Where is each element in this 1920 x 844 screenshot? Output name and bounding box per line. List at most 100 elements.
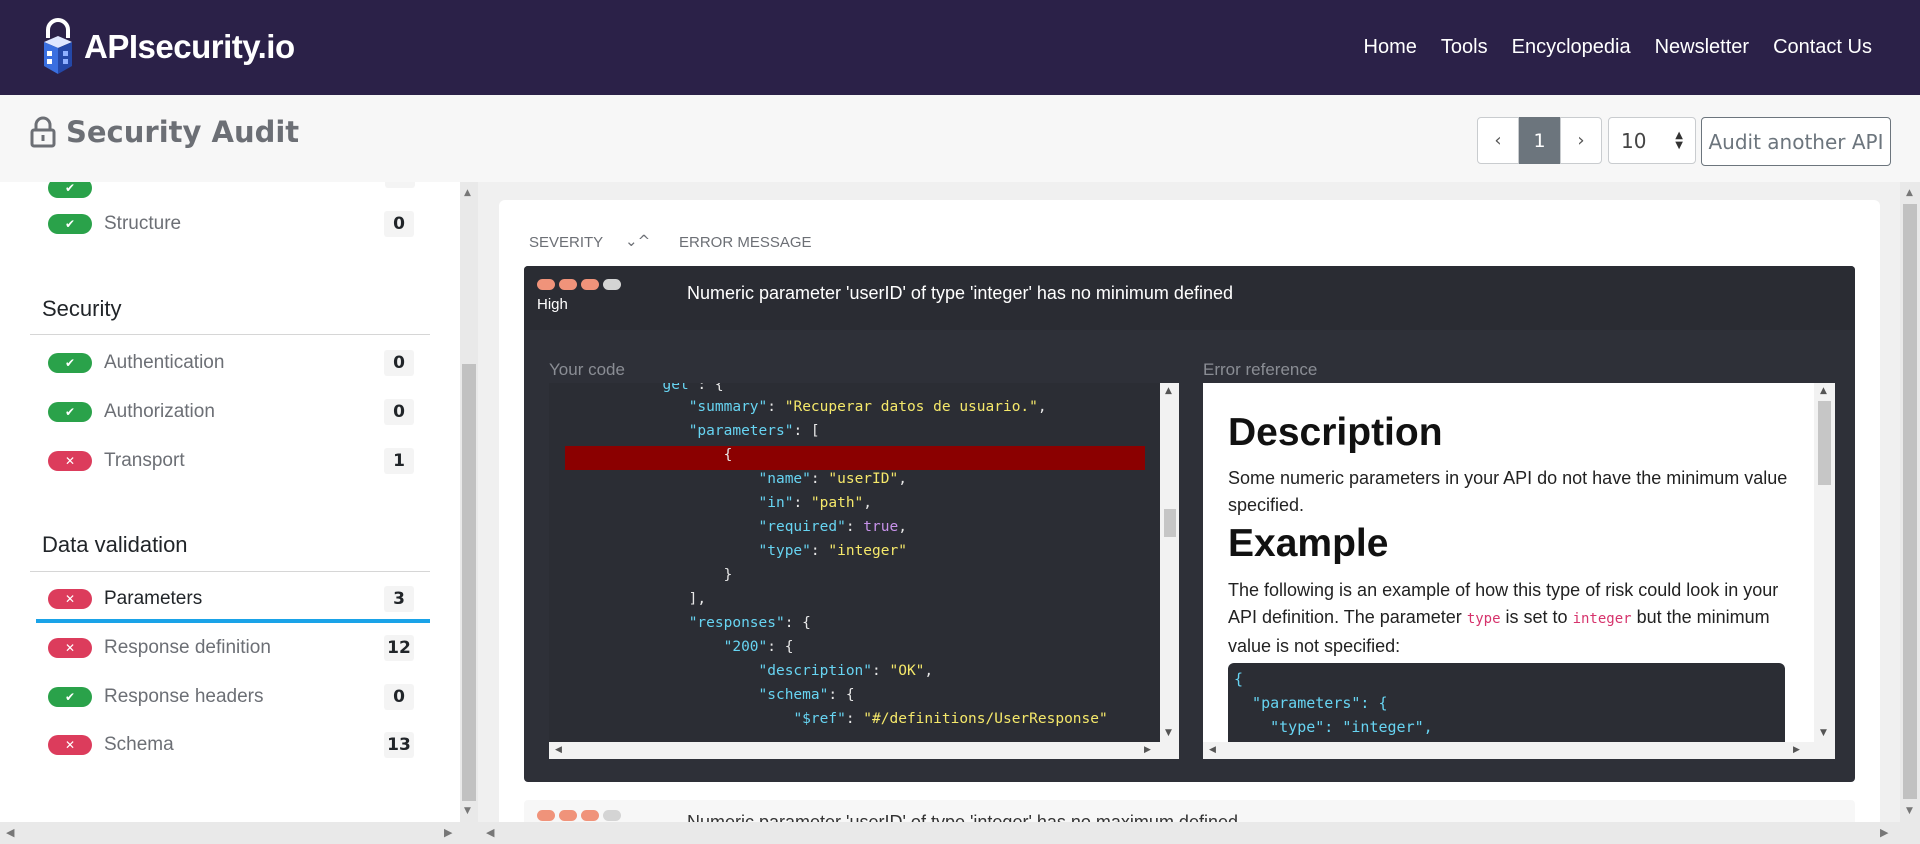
main-scrollbar[interactable]: ▲ ▼ — [1900, 182, 1920, 822]
sidebar-item-schema[interactable]: ✕ Schema 13 — [48, 727, 414, 763]
horizontal-scrollbar[interactable]: ◀ ▶ ◀ ▶ — [0, 822, 1920, 844]
reference-vertical-scrollbar[interactable]: ▲ ▼ — [1814, 383, 1835, 742]
status-ok-icon: ✔ — [48, 353, 92, 373]
code-viewer[interactable]: "get": { "summary": "Recuperar datos de … — [549, 383, 1179, 759]
severity-dots — [537, 810, 621, 821]
issue-message: Numeric parameter 'userID' of type 'inte… — [687, 283, 1233, 303]
sidebar-item-label: Response definition — [104, 637, 271, 658]
column-header-message[interactable]: ERROR MESSAGE — [679, 234, 812, 251]
status-fail-icon: ✕ — [48, 638, 92, 658]
issue-count-badge: 0 — [384, 211, 414, 237]
code-scroll-thumb[interactable] — [1164, 509, 1176, 537]
sidebar-scrollbar[interactable]: ▲ ▼ — [460, 182, 478, 822]
status-ok-icon: ✔ — [48, 687, 92, 707]
column-header-severity[interactable]: SEVERITY — [529, 234, 603, 251]
scroll-right-icon[interactable]: ▶ — [444, 826, 452, 839]
sidebar-item-partial[interactable]: ✔ — [48, 182, 414, 206]
reference-heading-example: Example — [1228, 522, 1389, 565]
category-sidebar: ✔ ✔ Structure 0 Security ✔ Authenticatio… — [0, 182, 460, 822]
scroll-down-icon[interactable]: ▼ — [464, 806, 471, 816]
scroll-up-icon[interactable]: ▲ — [464, 188, 471, 198]
sidebar-item-label: Schema — [104, 734, 174, 755]
page-header: Security Audit ‹ 1 › 10 ▲ ▼ Audit another… — [0, 95, 1920, 182]
scroll-up-icon[interactable]: ▲ — [1906, 188, 1913, 198]
status-ok-icon: ✔ — [48, 402, 92, 422]
scroll-left-icon[interactable]: ◀ — [1209, 745, 1216, 755]
per-page-select[interactable]: 10 ▲ ▼ — [1608, 117, 1696, 164]
issue-count-badge: 0 — [384, 399, 414, 425]
severity-dots — [537, 279, 621, 290]
sidebar-item-label: Authorization — [104, 401, 215, 422]
nav-link-encyclopedia[interactable]: Encyclopedia — [1512, 36, 1631, 59]
site-logo[interactable]: APIsecurity.io — [38, 18, 295, 76]
lock-icon — [30, 116, 56, 148]
nav-links: Home Tools Encyclopedia Newsletter Conta… — [1364, 36, 1872, 59]
issue-count-badge: 12 — [384, 635, 414, 661]
scroll-right-icon[interactable]: ▶ — [1793, 745, 1800, 755]
scroll-up-icon[interactable]: ▲ — [1820, 386, 1827, 396]
error-reference-label: Error reference — [1203, 360, 1318, 379]
issue-header[interactable]: High Numeric parameter 'userID' of type … — [524, 266, 1855, 330]
sidebar-item-authentication[interactable]: ✔ Authentication 0 — [48, 345, 414, 381]
top-navbar: APIsecurity.io Home Tools Encyclopedia N… — [0, 0, 1920, 95]
status-ok-icon: ✔ — [48, 214, 92, 234]
scroll-right-icon[interactable]: ▶ — [1880, 826, 1888, 839]
sidebar-item-structure[interactable]: ✔ Structure 0 — [48, 206, 414, 242]
section-title-security: Security — [42, 296, 122, 321]
severity-label: High — [537, 296, 568, 313]
issues-card: SEVERITY ⌄^ ERROR MESSAGE High Numeric p… — [499, 200, 1880, 840]
issue-count-badge: 3 — [384, 586, 414, 612]
status-fail-icon: ✕ — [48, 451, 92, 471]
nav-link-tools[interactable]: Tools — [1441, 36, 1488, 59]
per-page-value: 10 — [1621, 128, 1647, 153]
active-item-indicator — [36, 619, 430, 623]
logo-text: APIsecurity.io — [84, 28, 295, 65]
current-page-button[interactable]: 1 — [1519, 117, 1560, 164]
sort-icon[interactable]: ⌄^ — [625, 232, 650, 250]
issue-expanded[interactable]: High Numeric parameter 'userID' of type … — [524, 266, 1855, 782]
reference-heading-description: Description — [1228, 411, 1443, 454]
reference-scroll-thumb[interactable] — [1818, 401, 1831, 485]
code-horizontal-scrollbar[interactable]: ◀ ▶ — [549, 742, 1179, 759]
reference-horizontal-scrollbar[interactable]: ◀ ▶ — [1203, 742, 1835, 759]
reference-description-text: Some numeric parameters in your API do n… — [1228, 468, 1788, 515]
sidebar-item-response-definition[interactable]: ✕ Response definition 12 — [48, 630, 414, 666]
scroll-up-icon[interactable]: ▲ — [1165, 386, 1172, 396]
prev-page-button[interactable]: ‹ — [1477, 117, 1519, 164]
sidebar-item-parameters[interactable]: ✕ Parameters 3 — [48, 581, 414, 617]
next-page-button[interactable]: › — [1560, 117, 1602, 164]
scroll-right-icon[interactable]: ▶ — [1144, 745, 1151, 755]
sidebar-item-label: Structure — [104, 213, 182, 234]
issue-count-badge: 0 — [384, 684, 414, 710]
nav-link-home[interactable]: Home — [1364, 36, 1417, 59]
section-divider — [30, 571, 430, 572]
sidebar-item-label: Authentication — [104, 352, 225, 373]
audit-another-api-button[interactable]: Audit another API — [1701, 117, 1891, 166]
error-reference-panel[interactable]: Description Some numeric parameters in y… — [1203, 383, 1835, 759]
sidebar-item-authorization[interactable]: ✔ Authorization 0 — [48, 394, 414, 430]
lock-cube-icon — [44, 18, 72, 74]
sidebar-item-transport[interactable]: ✕ Transport 1 — [48, 443, 414, 479]
scroll-left-icon[interactable]: ◀ — [6, 826, 14, 839]
scroll-down-icon[interactable]: ▼ — [1820, 728, 1827, 738]
scroll-left-icon[interactable]: ◀ — [555, 745, 562, 755]
scroll-down-icon[interactable]: ▼ — [1165, 728, 1172, 738]
select-arrows-icon: ▲ ▼ — [1675, 130, 1683, 151]
nav-link-newsletter[interactable]: Newsletter — [1655, 36, 1749, 59]
nav-link-contact-us[interactable]: Contact Us — [1773, 36, 1872, 59]
issue-count-badge: 13 — [384, 732, 414, 758]
sidebar-item-label: Response headers — [104, 686, 264, 707]
reference-example-text: The following is an example of how this … — [1228, 580, 1779, 656]
issue-count-badge: 0 — [384, 350, 414, 376]
scroll-left-icon[interactable]: ◀ — [486, 826, 494, 839]
section-title-data-validation: Data validation — [42, 532, 188, 557]
sidebar-count-partial — [385, 182, 415, 188]
status-fail-icon: ✕ — [48, 735, 92, 755]
code-vertical-scrollbar[interactable]: ▲ ▼ — [1160, 383, 1179, 742]
sidebar-scroll-thumb[interactable] — [462, 364, 476, 801]
pagination: ‹ 1 › — [1477, 117, 1602, 164]
status-fail-icon: ✕ — [48, 589, 92, 609]
scroll-down-icon[interactable]: ▼ — [1906, 806, 1913, 816]
main-scroll-thumb[interactable] — [1903, 204, 1917, 799]
sidebar-item-response-headers[interactable]: ✔ Response headers 0 — [48, 679, 414, 715]
